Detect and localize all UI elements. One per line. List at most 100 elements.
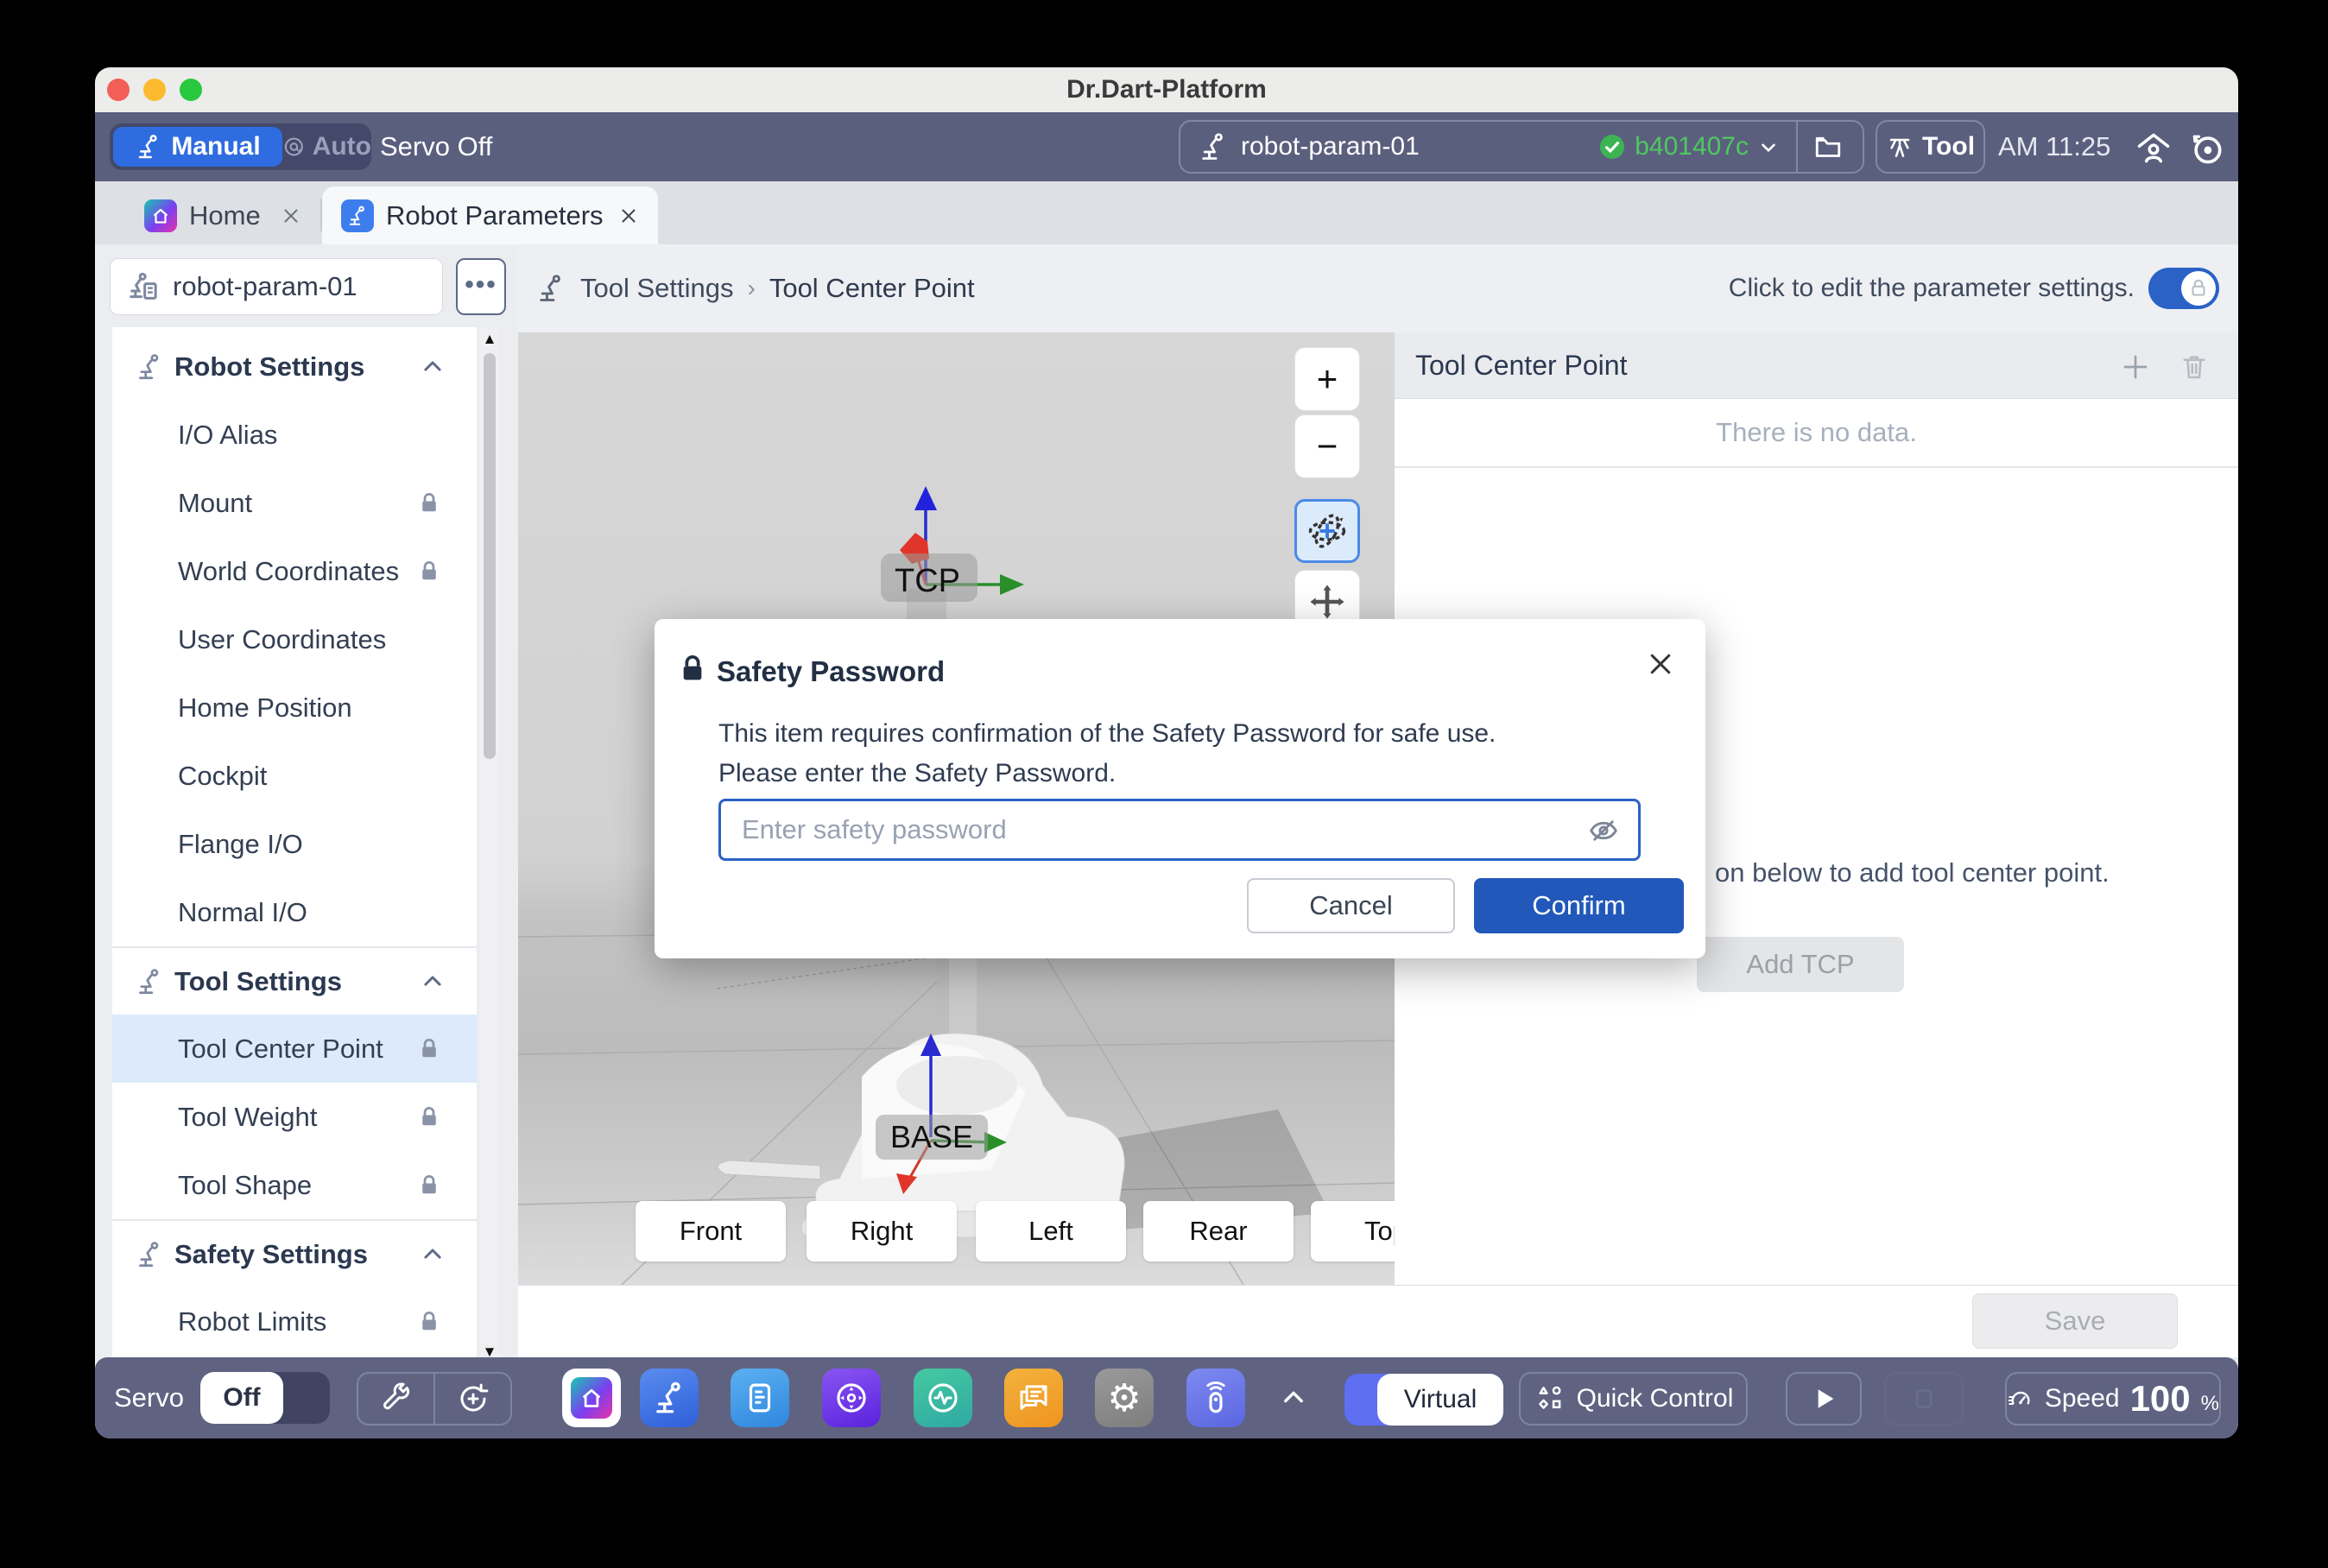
dock-program-list-button[interactable] [731, 1369, 789, 1427]
chip-divider [1796, 122, 1798, 172]
lock-icon [416, 1104, 442, 1130]
bottom-bar: Servo Off ⚙ Virtual Quick Control [95, 1357, 2238, 1438]
safety-password-input[interactable] [718, 799, 1641, 861]
scrollbar-thumb[interactable] [484, 353, 496, 759]
rotate-view-button[interactable] [1294, 499, 1360, 563]
sidebar-item-io-alias[interactable]: I/O Alias [112, 401, 477, 469]
sidebar-scrollbar[interactable]: ▲ ▼ [480, 327, 499, 1364]
stop-button[interactable] [1884, 1372, 1964, 1426]
dock-settings-button[interactable]: ⚙ [1095, 1369, 1154, 1427]
sidebar-item-mount[interactable]: Mount [112, 469, 477, 537]
house-icon [579, 1385, 604, 1411]
cancel-button[interactable]: Cancel [1247, 878, 1455, 933]
sidebar-item-tool-weight[interactable]: Tool Weight [112, 1083, 477, 1151]
view-front-button[interactable]: Front [636, 1201, 786, 1261]
quick-control-button[interactable]: Quick Control [1519, 1372, 1748, 1426]
confirm-button[interactable]: Confirm [1474, 878, 1684, 933]
eye-off-icon[interactable] [1587, 814, 1620, 847]
wrench-icon [379, 1381, 414, 1416]
chevron-down-icon[interactable] [1757, 136, 1780, 158]
log-chat-icon [1015, 1380, 1052, 1416]
parameter-name-box[interactable]: robot-param-01 [110, 258, 443, 315]
sidebar-item-tool-shape[interactable]: Tool Shape [112, 1151, 477, 1219]
view-left-button[interactable]: Left [976, 1201, 1126, 1261]
add-tcp-button[interactable]: Add TCP [1697, 937, 1904, 992]
dock-expand-button[interactable] [1268, 1369, 1319, 1427]
footer-bar: Save [518, 1285, 2238, 1357]
tool-button[interactable]: Tool [1876, 120, 1985, 174]
tab-robot-parameters[interactable]: Robot Parameters [322, 187, 658, 244]
pan-icon [1306, 580, 1349, 623]
breadcrumb-section[interactable]: Tool Settings [580, 273, 734, 304]
manual-mode-button[interactable]: Manual [113, 127, 282, 167]
scroll-up-icon[interactable]: ▲ [480, 331, 499, 348]
parameter-chip[interactable]: robot-param-01 b401407c [1179, 120, 1864, 174]
speed-button[interactable]: Speed 100 % [2005, 1372, 2221, 1426]
parameter-name: robot-param-01 [1241, 132, 1420, 161]
dialog-message-line1: This item requires confirmation of the S… [718, 719, 1496, 749]
servo-label: Servo [114, 1357, 184, 1438]
view-top-button[interactable]: Top [1311, 1201, 1395, 1261]
view-right-button[interactable]: Right [807, 1201, 957, 1261]
dock-jog-button[interactable] [822, 1369, 881, 1427]
sidebar-item-normal-io[interactable]: Normal I/O [112, 878, 477, 946]
servo-toggle[interactable]: Off [200, 1372, 330, 1424]
speed-unit: % [2201, 1392, 2219, 1416]
trash-icon[interactable] [2179, 351, 2210, 383]
save-button[interactable]: Save [1972, 1293, 2178, 1349]
robot-document-icon [126, 269, 161, 304]
dock-home-button[interactable] [562, 1369, 621, 1427]
dock-log-button[interactable] [1004, 1369, 1063, 1427]
auto-mode-button[interactable]: Auto [282, 123, 371, 170]
wrench-button[interactable] [358, 1374, 433, 1424]
sidebar-item-world-coordinates[interactable]: World Coordinates [112, 537, 477, 605]
sidebar-item-robot-limits[interactable]: Robot Limits [112, 1287, 477, 1356]
section-header-tool-settings[interactable]: Tool Settings [112, 946, 477, 1015]
tab-home[interactable]: Home [125, 187, 320, 244]
refresh-plus-icon [456, 1381, 490, 1416]
header-bar: Manual Auto Servo Off robot-param-01 b40… [95, 112, 2238, 181]
sidebar-item-home-position[interactable]: Home Position [112, 673, 477, 742]
sidebar-item-user-coordinates[interactable]: User Coordinates [112, 605, 477, 673]
gauge-icon [2007, 1381, 2034, 1416]
add-icon[interactable] [2120, 351, 2151, 383]
dock-monitoring-button[interactable] [914, 1369, 972, 1427]
dialog-message-line2: Please enter the Safety Password. [718, 759, 1116, 788]
settings-nav-list: Robot Settings I/O Alias Mount World Coo… [112, 327, 477, 1364]
chevron-up-icon [420, 1242, 446, 1268]
dock-robot-parameters-button[interactable] [640, 1369, 699, 1427]
speed-value: 100 [2130, 1378, 2191, 1419]
view-rear-button[interactable]: Rear [1143, 1201, 1294, 1261]
chevron-up-icon [1279, 1383, 1308, 1413]
servo-status-text: Servo Off [380, 112, 492, 181]
robot-arm-icon [135, 967, 164, 996]
check-circle-icon [1598, 133, 1626, 161]
open-parameter-button[interactable] [1793, 131, 1863, 162]
jog-pad-icon [833, 1380, 870, 1416]
virtual-real-toggle[interactable]: Virtual [1344, 1374, 1503, 1426]
zoom-in-button[interactable]: + [1294, 347, 1360, 411]
more-options-button[interactable]: ••• [456, 258, 506, 315]
dock-remote-button[interactable] [1186, 1369, 1245, 1427]
sidebar-item-tool-center-point[interactable]: Tool Center Point [112, 1015, 477, 1083]
edit-lock-toggle[interactable] [2148, 268, 2219, 309]
close-icon[interactable] [1645, 648, 1676, 680]
zoom-out-button[interactable]: − [1294, 414, 1360, 478]
sidebar-item-flange-io[interactable]: Flange I/O [112, 810, 477, 878]
update-target-button[interactable] [433, 1374, 510, 1424]
user-home-icon[interactable] [2135, 130, 2173, 168]
section-header-safety-settings[interactable]: Safety Settings [112, 1219, 477, 1287]
home-app-icon [144, 199, 177, 232]
play-button[interactable] [1786, 1372, 1862, 1426]
app-window: Dr.Dart-Platform Manual Auto Servo Off r… [95, 67, 2238, 1438]
sidebar-item-cockpit[interactable]: Cockpit [112, 742, 477, 810]
timer-icon[interactable] [2188, 130, 2226, 168]
mode-toggle: Manual Auto [110, 123, 371, 170]
close-icon[interactable] [618, 205, 639, 226]
robot-arm-icon [535, 273, 566, 304]
robot-arm-icon [651, 1380, 687, 1416]
window-title: Dr.Dart-Platform [95, 67, 2238, 112]
virtual-mode-label: Virtual [1377, 1374, 1503, 1426]
section-header-robot-settings[interactable]: Robot Settings [112, 332, 477, 401]
close-icon[interactable] [281, 205, 301, 226]
